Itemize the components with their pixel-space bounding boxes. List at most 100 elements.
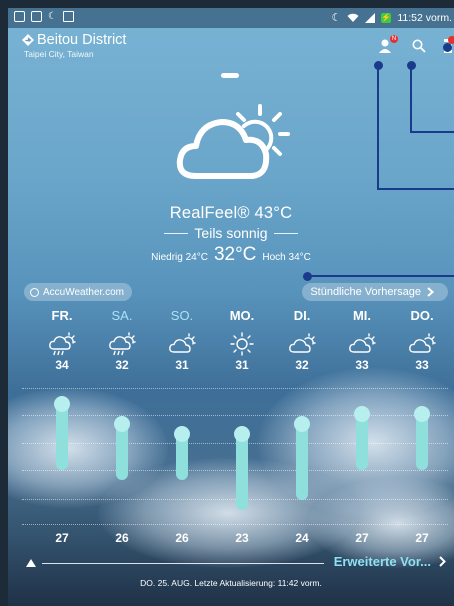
partly-cloudy-icon [176,104,290,179]
pointer-line [410,65,412,133]
day-label: SO. [170,308,194,323]
dotted-gridline [22,524,448,525]
wifi-icon [347,13,359,22]
dotted-gridline [22,388,448,389]
divider [42,563,324,564]
temperature-range-bar [414,406,430,470]
dotted-gridline [22,443,448,444]
status-system: ☾ ⚡ 11:52 vorm. [331,11,452,25]
bar-cap [54,396,70,412]
cloud-sun-icon [348,332,376,356]
day-label: MO. [229,308,255,323]
temperature-range-bar [354,406,370,470]
pointer-line [306,275,454,277]
drag-handle[interactable] [221,73,239,78]
status-bar: ☾ ☾ ⚡ 11:52 vorm. [8,8,454,28]
temperature-row: Niedrig 24°C 32°C Hoch 34°C [8,244,454,266]
extended-forecast-label: Erweiterte Vor... [333,554,431,569]
cloud-sun-rain-icon [108,332,136,356]
forecast-day[interactable]: DI. 32 [277,308,327,372]
bar-cap [234,426,250,442]
bar-cap [414,406,430,422]
day-label: DO. [410,308,434,323]
location-header[interactable]: Beitou District Taipei City, Taiwan [22,32,126,59]
sun-icon [228,332,256,356]
current-temp: 32°C [213,244,257,265]
bar-cap [114,416,130,432]
notification-badge: N [390,35,398,43]
last-updated-text: DO. 25. AUG. Letzte Aktualisierung: 11:4… [140,578,322,588]
low-temp-label: 27 [55,531,69,545]
toolbar: N [378,35,454,54]
temperature-range-bar [234,426,250,510]
low-temp-label: 26 [115,531,129,545]
high-temp-label: 32 [115,358,129,372]
status-notifications: ☾ [14,11,74,22]
weather-alert-button[interactable]: N [378,35,398,54]
location-diamond-icon [22,34,34,46]
location-name: Beitou District [37,32,127,48]
signal-icon [365,12,376,23]
accuweather-label: AccuWeather.com [43,286,124,298]
condition-row: Teils sonnig [8,225,454,241]
mail-icon [14,11,25,22]
pointer-line [410,131,454,133]
cloud-sun-rain-icon [48,332,76,356]
hourly-forecast-button[interactable]: Stündliche Vorhersage [302,283,448,301]
divider [164,232,189,234]
accuweather-link[interactable]: AccuWeather.com [24,283,132,301]
hourly-forecast-label: Stündliche Vorhersage [310,286,421,298]
forecast-day[interactable]: SO. 31 [157,308,207,372]
chevron-right-icon [427,287,434,297]
moon-icon: ☾ [331,12,342,24]
message-icon [31,11,42,22]
cloud-sun-icon [408,332,436,356]
pointer-line [377,65,379,189]
dotted-gridline [22,499,448,500]
condition-text: Teils sonnig [194,225,268,241]
temperature-range-bar [174,426,190,480]
high-temp-label: 32 [295,358,309,372]
cloud-sun-icon [288,332,316,356]
accuweather-logo-icon [30,287,39,297]
divider [273,232,298,234]
search-icon[interactable] [412,39,426,53]
forecast-day[interactable]: MI. 33 [337,308,387,372]
forecast-day[interactable]: SA. 32 [97,308,147,372]
high-temp-label: 33 [355,358,369,372]
forecast-day[interactable]: FR. 34 [37,308,87,372]
day-label: FR. [51,308,73,323]
dotted-gridline [22,415,448,416]
chevron-right-icon [439,556,446,567]
location-region: Taipei City, Taiwan [24,49,94,59]
forecast-day[interactable]: MO. 31 [217,308,267,372]
high-temp-label: 31 [235,358,249,372]
bar-cap [294,416,310,432]
extended-forecast-button[interactable]: Erweiterte Vor... [334,554,446,569]
pointer-dot [443,43,452,52]
low-temp: Niedrig 24°C [151,252,208,263]
extended-forecast-row[interactable]: Erweiterte Vor... [26,554,454,572]
low-temp-label: 26 [175,531,189,545]
realfeel-text: RealFeel® 43°C [169,204,293,222]
sd-card-icon [62,11,74,22]
forecast-day[interactable]: DO. 33 [397,308,447,372]
temperature-range-bar [114,416,130,480]
pointer-line [377,188,454,190]
dotted-gridline [22,470,448,471]
battery-icon: ⚡ [381,12,392,23]
high-temp-label: 31 [175,358,189,372]
cloud-sun-icon [168,332,196,356]
collapse-arrow-icon[interactable] [26,559,36,567]
low-temp-label: 27 [415,531,429,545]
day-label: DI. [293,308,311,323]
bar-cap [174,426,190,442]
low-temp-label: 23 [235,531,249,545]
high-temp: Hoch 34°C [262,252,311,263]
day-label: SA. [111,308,133,323]
clock-text: 11:52 vorm. [397,11,452,24]
bar-cap [354,406,370,422]
day-label: MI. [352,308,372,323]
temperature-range-bar [294,416,310,500]
high-temp-label: 33 [415,358,429,372]
